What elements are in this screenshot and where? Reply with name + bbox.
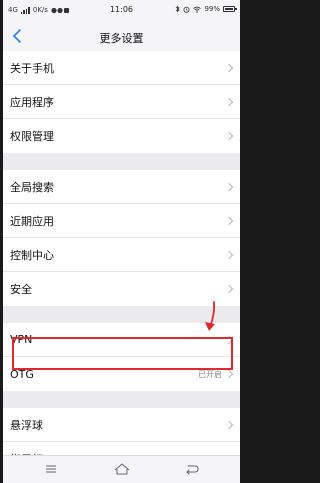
battery-percent: 99% [204, 5, 220, 13]
chevron-right-icon [224, 63, 234, 72]
menu-icon[interactable] [41, 461, 61, 477]
wifi-icon [193, 6, 202, 13]
chevron-right-icon [224, 369, 234, 379]
chevron-right-icon [224, 284, 234, 294]
setting-label: VPN [10, 333, 33, 346]
setting-status: 已开启 [198, 369, 222, 379]
setting-label: 权限管理 [10, 130, 54, 143]
title-bar: 更多设置 [3, 21, 240, 51]
system-nav-bar [3, 455, 240, 483]
chevron-right-icon [224, 131, 234, 141]
setting-label: 全局搜索 [10, 180, 54, 194]
setting-otg[interactable]: OTG 已开启 [3, 357, 240, 391]
chevron-right-icon [224, 335, 234, 344]
group-divider [3, 153, 240, 170]
chevron-right-icon [224, 250, 234, 259]
chevron-right-icon [224, 182, 234, 191]
bluetooth-icon [176, 5, 181, 13]
setting-label: 关于手机 [10, 61, 54, 75]
setting-label: 悬浮球 [10, 418, 43, 432]
home-icon[interactable] [112, 461, 132, 477]
settings-group-2: 全局搜索 近期应用 控制中心 安全 [3, 170, 240, 306]
status-right: 99% [175, 5, 237, 13]
alarm-icon [183, 6, 190, 13]
setting-floating-ball[interactable]: 悬浮球 [3, 408, 240, 442]
setting-label: 应用程序 [10, 95, 54, 109]
settings-group-1: 关于手机 应用程序 权限管理 [3, 51, 240, 153]
setting-recent-apps[interactable]: 近期应用 [3, 204, 240, 238]
setting-about-phone[interactable]: 关于手机 [3, 51, 240, 85]
setting-label: 控制中心 [10, 248, 54, 262]
chevron-right-icon [224, 420, 234, 429]
phone-screen: 4G 0K/s 11:06 99% 更多设置 关于手机 应用程序 权限管理 全局… [3, 0, 240, 483]
group-divider [3, 391, 240, 408]
battery-icon [223, 6, 237, 12]
setting-permissions[interactable]: 权限管理 [3, 119, 240, 153]
setting-applications[interactable]: 应用程序 [3, 85, 240, 119]
chevron-right-icon [224, 97, 234, 106]
page-title: 更多设置 [99, 32, 144, 45]
back-icon[interactable] [182, 461, 202, 477]
setting-control-center[interactable]: 控制中心 [3, 238, 240, 272]
setting-label: OTG [10, 367, 34, 381]
setting-label: 近期应用 [10, 214, 54, 228]
setting-global-search[interactable]: 全局搜索 [3, 170, 240, 204]
chevron-right-icon [224, 216, 234, 225]
red-arrow-icon [205, 301, 216, 331]
status-bar: 4G 0K/s 11:06 99% [3, 0, 240, 21]
settings-list: 关于手机 应用程序 权限管理 全局搜索 近期应用 控制中心 安全 VPN OTG… [3, 51, 240, 476]
setting-label: 安全 [10, 283, 32, 296]
